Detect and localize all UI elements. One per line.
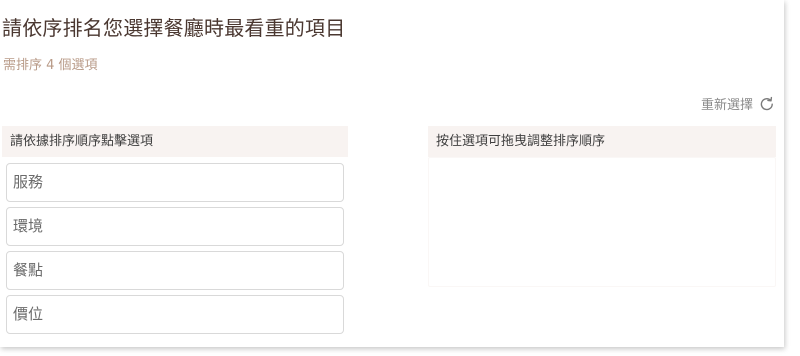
ranking-question-card: 請依序排名您選擇餐廳時最看重的項目 需排序 4 個選項 重新選擇 請依據排序順序… xyxy=(0,0,784,347)
ranked-panel-header: 按住選項可拖曳調整排序順序 xyxy=(428,126,776,157)
ranked-drop-zone[interactable] xyxy=(428,157,776,287)
option-meal[interactable]: 餐點 xyxy=(6,251,344,290)
options-panel-header: 請依據排序順序點擊選項 xyxy=(2,126,348,157)
reset-label: 重新選擇 xyxy=(700,98,753,113)
option-service[interactable]: 服務 xyxy=(6,163,344,202)
refresh-icon xyxy=(760,96,773,110)
reset-selection-button[interactable]: 重新選擇 xyxy=(701,94,775,113)
option-price[interactable]: 價位 xyxy=(6,295,344,334)
option-environment[interactable]: 環境 xyxy=(6,207,344,246)
question-title: 請依序排名您選擇餐廳時最看重的項目 xyxy=(2,16,346,40)
question-hint: 需排序 4 個選項 xyxy=(3,58,98,73)
